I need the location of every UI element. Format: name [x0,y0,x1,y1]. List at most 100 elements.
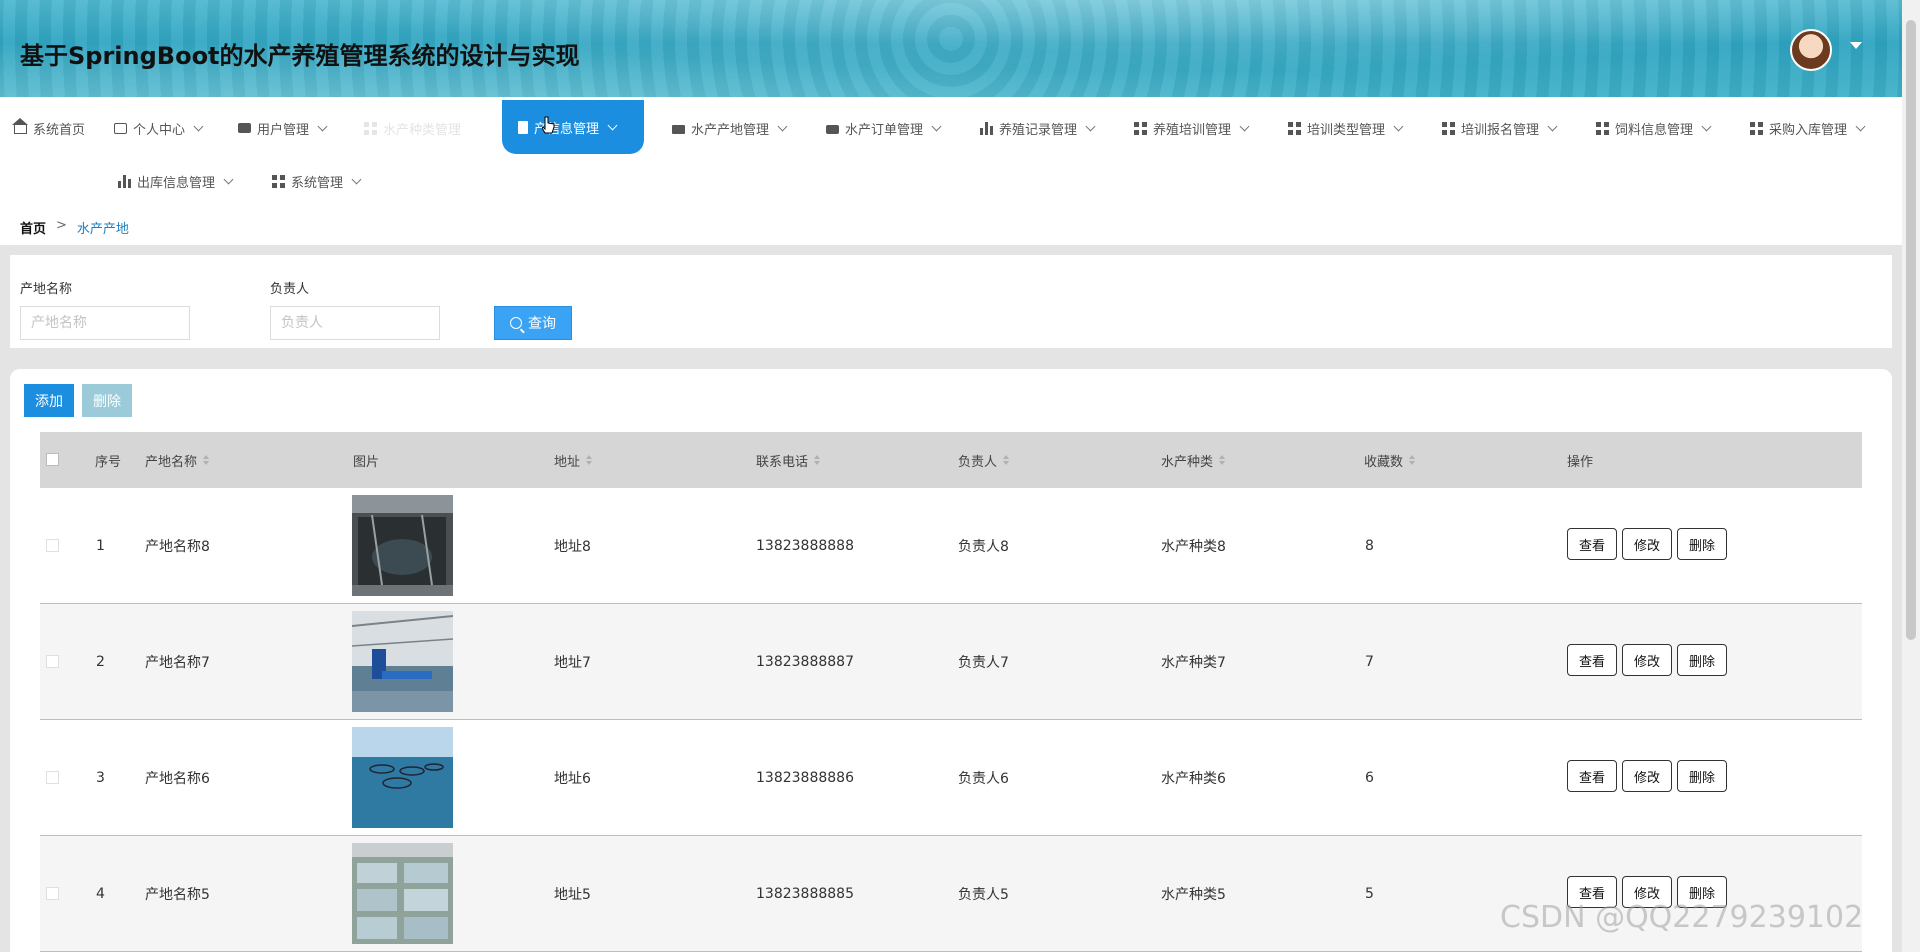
row-checkbox[interactable] [46,539,59,552]
cell-phone: 13823888885 [756,886,854,902]
cell-name: 产地名称5 [145,887,210,903]
sort-icon[interactable] [1219,455,1226,465]
cell-owner: 负责人5 [958,887,1009,903]
chevron-down-icon [931,121,942,131]
nav-item-outbound[interactable]: 出库信息管理 [118,164,234,198]
cell-species: 水产种类5 [1161,887,1226,903]
view-button[interactable]: 查看 [1567,528,1617,560]
owner-input[interactable] [270,306,440,340]
origin-name-input[interactable] [20,306,190,340]
caret-down-icon[interactable] [1850,42,1862,49]
cell-owner: 负责人6 [958,771,1009,787]
col-phone[interactable]: 联系电话 [756,432,821,488]
breadcrumb-separator: > [56,218,67,233]
edit-button[interactable]: 修改 [1622,760,1672,792]
grid-icon [1596,121,1609,135]
sort-icon[interactable] [1003,455,1010,465]
origin-photo[interactable] [352,495,453,596]
edit-button[interactable]: 修改 [1622,644,1672,676]
nav-item-home[interactable]: 系统首页 [12,111,85,145]
user-avatar[interactable] [1790,29,1832,71]
row-checkbox[interactable] [46,771,59,784]
view-button[interactable]: 查看 [1567,644,1617,676]
chevron-down-icon [1239,121,1250,131]
nav-item-users[interactable]: 用户管理 [238,111,328,145]
origin-photo[interactable] [352,611,453,712]
cell-address: 地址6 [554,771,591,787]
nav-label: 水产产地管理 [691,122,770,138]
select-all-checkbox[interactable] [46,453,59,466]
col-species[interactable]: 水产种类 [1161,432,1226,488]
nav-item-orders[interactable]: 水产订单管理 [826,111,942,145]
delete-button[interactable]: 删除 [1677,760,1727,792]
chevron-down-icon [1547,121,1558,131]
view-button[interactable]: 查看 [1567,760,1617,792]
sort-icon[interactable] [203,455,210,465]
col-name[interactable]: 产地名称 [145,432,210,488]
cell-index: 4 [96,886,105,902]
nav-item-origin[interactable]: 水产产地管理 [672,111,788,145]
doc-icon [518,120,528,134]
col-owner[interactable]: 负责人 [958,432,1010,488]
nav-item-product-info[interactable]: 产信息管理 [502,100,644,154]
table-header: 序号 产地名称 图片 地址 联系电话 负责人 水产种类 收藏数 操作 [40,432,1862,488]
grid-icon [1288,121,1301,135]
sort-icon[interactable] [814,455,821,465]
nav-item-personal[interactable]: 个人中心 [114,111,204,145]
chevron-down-icon [317,121,328,131]
nav-item-training[interactable]: 养殖培训管理 [1134,111,1250,145]
chat-icon [238,123,251,133]
cell-address: 地址5 [554,887,591,903]
cell-index: 3 [96,770,105,786]
cell-species: 水产种类7 [1161,655,1226,671]
cell-index: 2 [96,654,105,670]
breadcrumb-band [0,197,1902,245]
cell-favorites: 8 [1365,538,1374,554]
nav-item-species[interactable]: 水产种类管理 [364,111,461,145]
delete-button[interactable]: 删除 [1677,644,1727,676]
bars-icon [118,174,131,188]
nav-item-feed[interactable]: 饲料信息管理 [1596,111,1712,145]
nav-label: 系统管理 [291,175,344,191]
cell-phone: 13823888887 [756,654,854,670]
query-button[interactable]: 查询 [494,306,572,340]
table-row: 1 产地名称8 地址8 13823888888 负责人8 水产种类8 8 查看 … [40,488,1862,604]
grid-icon [1134,121,1147,135]
col-address[interactable]: 地址 [554,432,593,488]
col-favorites[interactable]: 收藏数 [1364,432,1416,488]
edit-button[interactable]: 修改 [1622,528,1672,560]
origin-photo[interactable] [352,843,453,944]
batch-delete-button[interactable]: 删除 [82,384,132,417]
cell-phone: 13823888886 [756,770,854,786]
sort-icon[interactable] [1409,455,1416,465]
chevron-down-icon [607,120,618,130]
row-checkbox[interactable] [46,655,59,668]
watermark: CSDN @QQ2279239102 [1500,900,1864,935]
nav-item-purchase-in[interactable]: 采购入库管理 [1750,111,1866,145]
nav-item-training-types[interactable]: 培训类型管理 [1288,111,1404,145]
delete-button[interactable]: 删除 [1677,528,1727,560]
breadcrumb-home[interactable]: 首页 [20,218,46,237]
nav-label: 养殖培训管理 [1153,122,1232,138]
row-checkbox[interactable] [46,887,59,900]
add-button[interactable]: 添加 [24,384,74,417]
header-label: 水产种类 [1161,454,1214,470]
nav-label: 饲料信息管理 [1615,122,1694,138]
cell-address: 地址8 [554,539,591,555]
breadcrumb-current: 水产产地 [76,222,129,237]
cell-species: 水产种类6 [1161,771,1226,787]
search-icon [510,317,522,329]
nav-label: 培训类型管理 [1307,122,1386,138]
scrollbar-thumb[interactable] [1906,20,1916,640]
origin-photo[interactable] [352,727,453,828]
cell-name: 产地名称7 [145,655,210,671]
nav-label: 水产种类管理 [383,122,462,138]
owner-label: 负责人 [270,282,310,297]
briefcase-icon [826,125,839,134]
sort-icon[interactable] [586,455,593,465]
nav-item-breeding-records[interactable]: 养殖记录管理 [980,111,1096,145]
cell-species: 水产种类8 [1161,539,1226,555]
nav-item-system[interactable]: 系统管理 [272,164,362,198]
nav-item-training-signup[interactable]: 培训报名管理 [1442,111,1558,145]
header-label: 产地名称 [145,454,198,470]
